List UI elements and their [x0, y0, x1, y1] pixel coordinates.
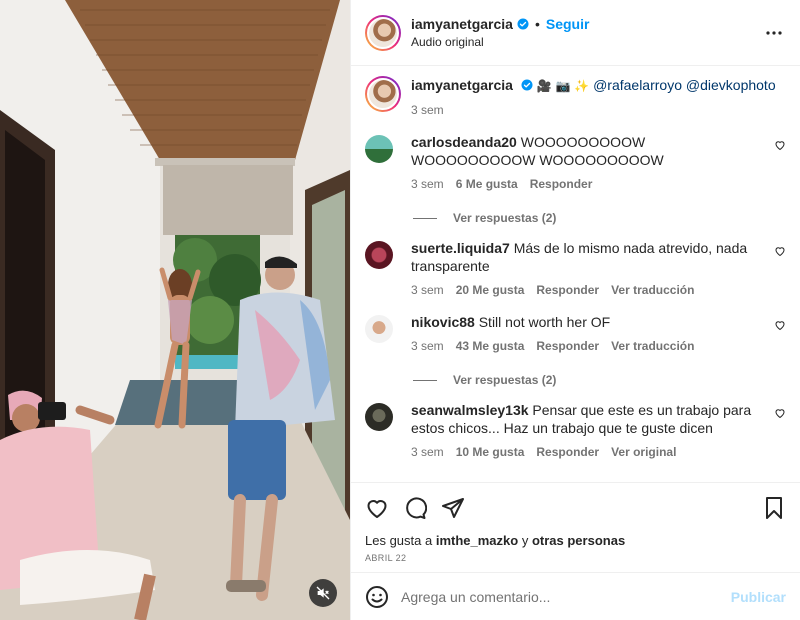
- likes-summary: Les gusta a imthe_mazko y otras personas: [365, 533, 786, 548]
- reply-button[interactable]: Responder: [536, 337, 599, 355]
- likes-and: y: [521, 533, 529, 548]
- audio-link[interactable]: Audio original: [411, 35, 589, 49]
- mention-link[interactable]: @rafaelarroyo: [593, 77, 682, 93]
- author-username[interactable]: iamyanetgarcia: [411, 16, 513, 32]
- add-comment-bar: Publicar: [351, 572, 800, 620]
- liked-by-user[interactable]: imthe_mazko: [436, 533, 518, 548]
- view-replies-label: Ver respuestas (2): [453, 373, 557, 387]
- more-icon: [766, 30, 782, 35]
- emoji-icon[interactable]: [365, 585, 389, 609]
- heart-icon[interactable]: [774, 319, 786, 331]
- reply-button[interactable]: Responder: [536, 281, 599, 299]
- comment-item: nikovic88 Still not worth her OF 3 sem 4…: [365, 313, 786, 355]
- heart-icon[interactable]: [774, 245, 786, 257]
- comment-text: Still not worth her OF: [478, 314, 611, 330]
- post-comment-button[interactable]: Publicar: [731, 589, 786, 605]
- liked-by-others[interactable]: otras personas: [532, 533, 625, 548]
- translate-button[interactable]: Ver traducción: [611, 281, 694, 299]
- comment-likes[interactable]: 20 Me gusta: [456, 281, 525, 299]
- author-avatar[interactable]: [365, 14, 401, 51]
- commenter-avatar[interactable]: [365, 135, 393, 163]
- caption-avatar[interactable]: [365, 76, 401, 112]
- comment-likes[interactable]: 10 Me gusta: [456, 443, 525, 461]
- follow-button[interactable]: Seguir: [546, 16, 590, 32]
- mute-icon: [316, 586, 330, 600]
- translate-button[interactable]: Ver traducción: [611, 337, 694, 355]
- reply-button[interactable]: Responder: [530, 175, 593, 193]
- comments-list[interactable]: iamyanetgarcia 🎥 📷 ✨ @rafaelarroyo @diev…: [351, 66, 800, 482]
- view-replies-button[interactable]: Ver respuestas (2): [413, 211, 786, 225]
- verified-icon: [517, 18, 529, 30]
- comment-icon[interactable]: [403, 496, 427, 520]
- post-modal: iamyanetgarcia • Seguir Audio original i…: [0, 0, 800, 620]
- post-actions: Les gusta a imthe_mazko y otras personas…: [351, 482, 800, 572]
- caption-time[interactable]: 3 sem: [411, 101, 444, 119]
- comment-input[interactable]: [401, 588, 731, 605]
- caption-emojis: 🎥 📷 ✨: [536, 79, 590, 93]
- comment-username[interactable]: nikovic88: [411, 314, 475, 330]
- bookmark-icon[interactable]: [762, 496, 786, 520]
- video-frame: [0, 0, 350, 620]
- reply-button[interactable]: Responder: [536, 443, 599, 461]
- heart-icon[interactable]: [365, 496, 389, 520]
- view-replies-button[interactable]: Ver respuestas (2): [413, 373, 786, 387]
- comment-time[interactable]: 3 sem: [411, 443, 444, 461]
- comment-likes[interactable]: 43 Me gusta: [456, 337, 525, 355]
- view-replies-label: Ver respuestas (2): [453, 211, 557, 225]
- verified-icon: [521, 79, 533, 91]
- comment-time[interactable]: 3 sem: [411, 337, 444, 355]
- commenter-avatar[interactable]: [365, 403, 393, 431]
- post-header: iamyanetgarcia • Seguir Audio original: [351, 0, 800, 66]
- comment-time[interactable]: 3 sem: [411, 175, 444, 193]
- comment-item: seanwalmsley13k Pensar que este es un tr…: [365, 401, 786, 461]
- comment-username[interactable]: seanwalmsley13k: [411, 402, 529, 418]
- comment-username[interactable]: suerte.liquida7: [411, 240, 510, 256]
- comment-username[interactable]: carlosdeanda20: [411, 134, 517, 150]
- heart-icon[interactable]: [774, 139, 786, 151]
- commenter-avatar[interactable]: [365, 315, 393, 343]
- mention-link[interactable]: @dievkophoto: [686, 77, 776, 93]
- see-original-button[interactable]: Ver original: [611, 443, 676, 461]
- caption-username[interactable]: iamyanetgarcia: [411, 77, 513, 93]
- likes-prefix: Les gusta a: [365, 533, 433, 548]
- more-options-button[interactable]: [762, 21, 786, 45]
- share-icon[interactable]: [441, 496, 465, 520]
- comment-time[interactable]: 3 sem: [411, 281, 444, 299]
- post-details-panel: iamyanetgarcia • Seguir Audio original i…: [350, 0, 800, 620]
- mute-button[interactable]: [309, 579, 337, 607]
- separator-dot: •: [534, 16, 540, 32]
- post-date[interactable]: ABRIL 22: [365, 553, 786, 563]
- commenter-avatar[interactable]: [365, 241, 393, 269]
- post-caption: iamyanetgarcia 🎥 📷 ✨ @rafaelarroyo @diev…: [365, 76, 786, 119]
- comment-item: carlosdeanda20 WOOOOOOOOOW WOOOOOOOOOW W…: [365, 133, 786, 193]
- post-video[interactable]: [0, 0, 350, 620]
- heart-icon[interactable]: [774, 407, 786, 419]
- comment-likes[interactable]: 6 Me gusta: [456, 175, 518, 193]
- comment-item: suerte.liquida7 Más de lo mismo nada atr…: [365, 239, 786, 299]
